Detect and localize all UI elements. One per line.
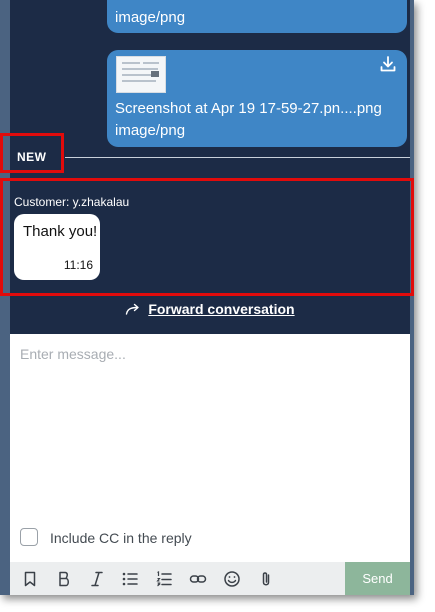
emoji-icon[interactable] bbox=[220, 567, 244, 591]
download-icon[interactable] bbox=[379, 55, 397, 73]
forward-conversation[interactable]: Forward conversation bbox=[10, 301, 410, 317]
message-input-placeholder[interactable]: Enter message... bbox=[20, 346, 126, 362]
formatting-toolbar: Send bbox=[10, 562, 410, 595]
italic-icon[interactable] bbox=[85, 567, 109, 591]
message-composer[interactable]: Enter message... Include CC in the reply bbox=[10, 334, 410, 595]
attachment-icon[interactable] bbox=[254, 567, 278, 591]
numbered-list-icon[interactable] bbox=[152, 567, 176, 591]
forward-conversation-link[interactable]: Forward conversation bbox=[148, 301, 294, 317]
include-cc-checkbox[interactable] bbox=[20, 528, 38, 546]
send-button[interactable]: Send bbox=[345, 562, 410, 595]
new-messages-divider: NEW bbox=[10, 148, 410, 168]
divider-line bbox=[65, 157, 410, 158]
outgoing-attachment-message[interactable]: Screenshot at Apr 19 17-59-27.pn....png … bbox=[107, 50, 407, 147]
chat-window: image/png Screenshot at Apr 19 17-59-27.… bbox=[0, 0, 414, 595]
link-icon[interactable] bbox=[186, 567, 210, 591]
include-cc-label[interactable]: Include CC in the reply bbox=[50, 530, 192, 546]
bold-icon[interactable] bbox=[52, 567, 76, 591]
attachment-filename[interactable]: Screenshot at Apr 19 17-59-27.pn....png bbox=[115, 100, 382, 117]
outgoing-attachment-message[interactable]: image/png bbox=[107, 0, 407, 33]
forward-arrow-icon bbox=[125, 302, 141, 315]
attachment-thumbnail[interactable] bbox=[116, 56, 166, 93]
attachment-mime-type: image/png bbox=[115, 122, 186, 139]
highlight-box-new bbox=[0, 133, 64, 173]
highlight-box-message bbox=[0, 178, 414, 296]
attachment-mime-type: image/png bbox=[115, 9, 186, 26]
bookmark-icon[interactable] bbox=[18, 567, 42, 591]
bulleted-list-icon[interactable] bbox=[118, 567, 142, 591]
